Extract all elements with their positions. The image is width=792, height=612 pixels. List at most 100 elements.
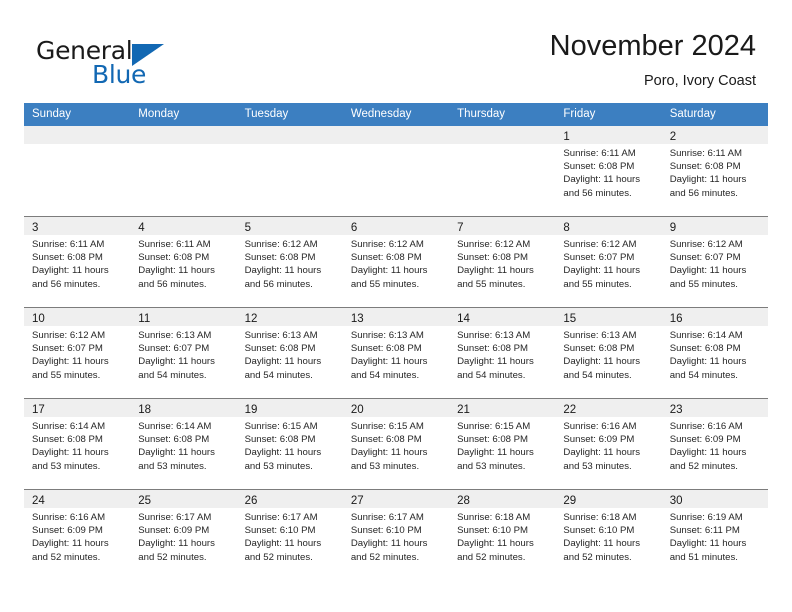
calendar-day-cell[interactable]: 5 Sunrise: 6:12 AM Sunset: 6:08 PM Daylight…	[236, 217, 343, 307]
calendar-day-cell[interactable]: 14 Sunrise: 6:13 AM Sunset: 6:08 PM Dayligh…	[449, 308, 556, 398]
day-sun-info: Sunrise: 6:15 AM Sunset: 6:08 PM Daylight:…	[449, 417, 555, 473]
sunrise-text: Sunrise: 6:15 AM	[244, 421, 318, 432]
daylight-text-line2: and 55 minutes.	[457, 278, 526, 290]
day-number-band: 9	[661, 217, 768, 235]
sunset-text: Sunset: 6:08 PM	[244, 434, 316, 446]
calendar-day-cell[interactable]: 10 Sunrise: 6:12 AM Sunset: 6:07 PM Dayligh…	[24, 308, 131, 398]
calendar-day-cell-empty	[236, 126, 343, 216]
calendar-day-cell[interactable]: 26 Sunrise: 6:17 AM Sunset: 6:10 PM Dayligh…	[236, 490, 343, 580]
weekday-header-saturday: Saturday	[669, 108, 716, 120]
sunrise-text: Sunrise: 6:13 AM	[244, 330, 318, 341]
day-number-band: 2	[661, 126, 768, 144]
day-number-band: 27	[342, 490, 450, 508]
sunrise-text: Sunrise: 6:15 AM	[457, 421, 531, 432]
page-header: General Blue November 2024 Poro, Ivory C…	[0, 0, 792, 103]
general-blue-logo[interactable]: General Blue	[36, 36, 266, 92]
day-sun-info: Sunrise: 6:14 AM Sunset: 6:08 PM Daylight:…	[662, 326, 768, 382]
calendar-day-cell[interactable]: 27 Sunrise: 6:17 AM Sunset: 6:10 PM Dayligh…	[342, 490, 450, 580]
calendar-day-cell[interactable]: 22 Sunrise: 6:16 AM Sunset: 6:09 PM Dayligh…	[555, 399, 662, 489]
daylight-text-line1: Daylight: 11 hours	[563, 538, 641, 550]
sunrise-text: Sunrise: 6:18 AM	[457, 512, 531, 523]
daylight-text-line2: and 53 minutes.	[350, 460, 420, 472]
sunrise-text: Sunrise: 6:14 AM	[669, 330, 743, 341]
daylight-text-line1: Daylight: 11 hours	[669, 174, 747, 186]
sunrise-text: Sunrise: 6:17 AM	[138, 512, 212, 523]
calendar-day-cell[interactable]: 21 Sunrise: 6:15 AM Sunset: 6:08 PM Dayligh…	[449, 399, 556, 489]
sunset-text: Sunset: 6:10 PM	[563, 525, 635, 537]
day-number: 9	[669, 222, 677, 234]
calendar-page: General Blue November 2024 Poro, Ivory C…	[0, 0, 792, 612]
day-number-band	[342, 126, 450, 144]
daylight-text-line2: and 51 minutes.	[669, 551, 738, 563]
day-sun-info: Sunrise: 6:16 AM Sunset: 6:09 PM Daylight:…	[555, 417, 661, 473]
daylight-text-line1: Daylight: 11 hours	[244, 447, 322, 459]
sunrise-text: Sunrise: 6:16 AM	[669, 421, 743, 432]
day-number: 3	[32, 222, 39, 234]
calendar-day-cell[interactable]: 20 Sunrise: 6:15 AM Sunset: 6:08 PM Dayligh…	[342, 399, 450, 489]
calendar-day-cell[interactable]: 2 Sunrise: 6:11 AM Sunset: 6:08 PM Daylight…	[661, 126, 768, 216]
calendar-day-cell[interactable]: 23 Sunrise: 6:16 AM Sunset: 6:09 PM Dayligh…	[661, 399, 768, 489]
sunset-text: Sunset: 6:08 PM	[138, 434, 210, 446]
day-number: 20	[350, 404, 364, 416]
sunset-text: Sunset: 6:08 PM	[457, 252, 529, 264]
daylight-text-line1: Daylight: 11 hours	[32, 447, 109, 459]
day-sun-info: Sunrise: 6:15 AM Sunset: 6:08 PM Daylight:…	[237, 417, 343, 473]
day-number: 1	[563, 131, 570, 143]
daylight-text-line2: and 55 minutes.	[32, 369, 101, 381]
calendar-week-row: 24 Sunrise: 6:16 AM Sunset: 6:09 PM Dayligh…	[24, 490, 768, 580]
calendar-day-cell[interactable]: 15 Sunrise: 6:13 AM Sunset: 6:08 PM Dayligh…	[555, 308, 662, 398]
sunrise-text: Sunrise: 6:12 AM	[563, 239, 637, 250]
calendar-day-cell[interactable]: 12 Sunrise: 6:13 AM Sunset: 6:08 PM Dayligh…	[236, 308, 343, 398]
calendar-day-cell[interactable]: 8 Sunrise: 6:12 AM Sunset: 6:07 PM Daylight…	[555, 217, 662, 307]
calendar-day-cell[interactable]: 4 Sunrise: 6:11 AM Sunset: 6:08 PM Daylight…	[130, 217, 237, 307]
calendar-day-cell[interactable]: 19 Sunrise: 6:15 AM Sunset: 6:08 PM Dayligh…	[236, 399, 343, 489]
calendar-day-cell[interactable]: 1 Sunrise: 6:11 AM Sunset: 6:08 PM Daylight…	[555, 126, 662, 216]
day-sun-info: Sunrise: 6:11 AM Sunset: 6:08 PM Daylight:…	[130, 235, 236, 291]
calendar-day-cell[interactable]: 3 Sunrise: 6:11 AM Sunset: 6:08 PM Daylight…	[24, 217, 131, 307]
calendar-day-cell[interactable]: 28 Sunrise: 6:18 AM Sunset: 6:10 PM Dayligh…	[449, 490, 556, 580]
day-number-band: 3	[24, 217, 131, 235]
calendar-day-cell[interactable]: 30 Sunrise: 6:19 AM Sunset: 6:11 PM Dayligh…	[661, 490, 768, 580]
calendar-day-cell[interactable]: 6 Sunrise: 6:12 AM Sunset: 6:08 PM Daylight…	[342, 217, 450, 307]
day-number-band: 17	[24, 399, 131, 417]
calendar-day-cell[interactable]: 29 Sunrise: 6:18 AM Sunset: 6:10 PM Dayligh…	[555, 490, 662, 580]
calendar-day-cell[interactable]: 13 Sunrise: 6:13 AM Sunset: 6:08 PM Dayligh…	[342, 308, 450, 398]
daylight-text-line2: and 55 minutes.	[669, 278, 738, 290]
daylight-text-line2: and 56 minutes.	[138, 278, 207, 290]
day-number-band: 10	[24, 308, 131, 326]
sunset-text: Sunset: 6:10 PM	[244, 525, 316, 537]
day-number: 29	[563, 495, 577, 507]
sunset-text: Sunset: 6:07 PM	[563, 252, 635, 264]
day-number-band: 12	[236, 308, 343, 326]
page-subtitle: Poro, Ivory Coast	[643, 73, 756, 89]
day-sun-info: Sunrise: 6:13 AM Sunset: 6:08 PM Daylight:…	[555, 326, 661, 382]
sunset-text: Sunset: 6:10 PM	[457, 525, 529, 537]
sunrise-text: Sunrise: 6:11 AM	[563, 148, 636, 159]
day-sun-info: Sunrise: 6:18 AM Sunset: 6:10 PM Daylight:…	[449, 508, 555, 564]
daylight-text-line2: and 54 minutes.	[457, 369, 526, 381]
calendar-day-cell[interactable]: 25 Sunrise: 6:17 AM Sunset: 6:09 PM Dayligh…	[130, 490, 237, 580]
calendar-day-cell[interactable]: 16 Sunrise: 6:14 AM Sunset: 6:08 PM Dayligh…	[661, 308, 768, 398]
calendar-day-cell[interactable]: 24 Sunrise: 6:16 AM Sunset: 6:09 PM Dayligh…	[24, 490, 131, 580]
daylight-text-line2: and 52 minutes.	[350, 551, 420, 563]
day-sun-info: Sunrise: 6:17 AM Sunset: 6:09 PM Daylight:…	[130, 508, 236, 564]
daylight-text-line2: and 52 minutes.	[563, 551, 632, 563]
daylight-text-line1: Daylight: 11 hours	[563, 447, 641, 459]
calendar-day-cell[interactable]: 17 Sunrise: 6:14 AM Sunset: 6:08 PM Dayligh…	[24, 399, 131, 489]
calendar-day-cell[interactable]: 11 Sunrise: 6:13 AM Sunset: 6:07 PM Dayligh…	[130, 308, 237, 398]
day-number: 12	[244, 313, 258, 325]
sunrise-text: Sunrise: 6:16 AM	[563, 421, 637, 432]
day-number: 16	[669, 313, 683, 325]
calendar-day-cell[interactable]: 9 Sunrise: 6:12 AM Sunset: 6:07 PM Daylight…	[661, 217, 768, 307]
calendar-day-cell[interactable]: 18 Sunrise: 6:14 AM Sunset: 6:08 PM Dayligh…	[130, 399, 237, 489]
calendar-day-cell[interactable]: 7 Sunrise: 6:12 AM Sunset: 6:08 PM Daylight…	[449, 217, 556, 307]
day-number: 13	[350, 313, 364, 325]
day-number: 6	[350, 222, 358, 234]
daylight-text-line1: Daylight: 11 hours	[244, 538, 322, 550]
daylight-text-line1: Daylight: 11 hours	[138, 447, 215, 459]
sunrise-text: Sunrise: 6:12 AM	[669, 239, 743, 250]
day-number-band: 20	[342, 399, 450, 417]
daylight-text-line1: Daylight: 11 hours	[669, 538, 747, 550]
sunrise-text: Sunrise: 6:17 AM	[244, 512, 318, 523]
day-number: 4	[138, 222, 145, 234]
